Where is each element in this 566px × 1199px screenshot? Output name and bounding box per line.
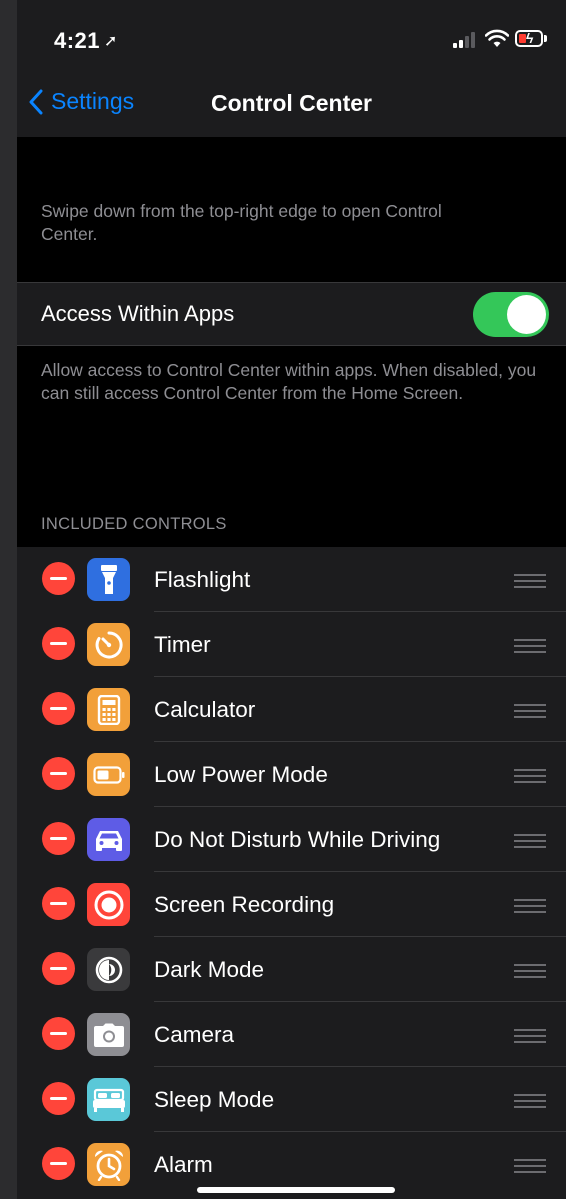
remove-button[interactable] [42,1082,75,1115]
list-item: Do Not Disturb While Driving [17,807,566,872]
control-label: Low Power Mode [154,762,328,787]
list-item: Low Power Mode [17,742,566,807]
section-header: INCLUDED CONTROLS [41,515,227,533]
control-label: Calculator [154,697,256,722]
location-arrow-icon: ➚ [104,33,118,50]
list-item: Sleep Mode [17,1067,566,1132]
battery-icon: ϟ [515,30,543,47]
navigation-bar: Settings Control Center [17,80,566,137]
remove-button[interactable] [42,757,75,790]
dark-mode-icon [87,948,130,991]
page-title: Control Center [211,90,372,116]
remove-button[interactable] [42,692,75,725]
reorder-handle[interactable] [514,834,546,848]
remove-button[interactable] [42,627,75,660]
reorder-handle[interactable] [514,769,546,783]
access-description: Allow access to Control Center within ap… [41,360,537,403]
access-within-apps-label: Access Within Apps [41,301,235,326]
remove-button[interactable] [42,1017,75,1050]
reorder-handle[interactable] [514,964,546,978]
reorder-handle[interactable] [514,899,546,913]
camera-icon [87,1013,130,1056]
intro-description: Swipe down from the top-right edge to op… [41,201,442,244]
record-icon [87,883,130,926]
list-item: Calculator [17,677,566,742]
list-item: Screen Recording [17,872,566,937]
battery-cap [544,35,547,42]
list-item: Timer [17,612,566,677]
wifi-icon [485,29,509,47]
alarm-icon [87,1143,130,1186]
control-label: Dark Mode [154,957,265,982]
included-controls-list: Flashlight Timer Calculator Low Power Mo… [17,547,566,1199]
status-bar: 4:21 ➚ ϟ [17,0,566,80]
access-within-apps-row: Access Within Apps [17,282,566,346]
home-indicator[interactable] [197,1187,395,1193]
calculator-icon [87,688,130,731]
list-item: Camera [17,1002,566,1067]
remove-button[interactable] [42,1147,75,1180]
status-time: 4:21 ➚ [54,28,118,53]
control-label: Alarm [154,1152,213,1177]
reorder-handle[interactable] [514,704,546,718]
car-icon [87,818,130,861]
flashlight-icon [87,558,130,601]
list-item: Dark Mode [17,937,566,1002]
bed-icon [87,1078,130,1121]
control-label: Do Not Disturb While Driving [154,827,441,852]
list-item: Flashlight [17,547,566,612]
toggle-knob [507,295,546,334]
reorder-handle[interactable] [514,1159,546,1173]
reorder-handle[interactable] [514,1029,546,1043]
timer-icon [87,623,130,666]
reorder-handle[interactable] [514,1094,546,1108]
remove-button[interactable] [42,562,75,595]
control-label: Camera [154,1022,235,1047]
remove-button[interactable] [42,952,75,985]
phone-screen: 4:21 ➚ ϟ Settings Control Center Swipe do… [17,0,566,1199]
reorder-handle[interactable] [514,574,546,588]
control-label: Screen Recording [154,892,335,917]
reorder-handle[interactable] [514,639,546,653]
access-within-apps-toggle[interactable] [473,292,549,337]
control-label: Sleep Mode [154,1087,275,1112]
cellular-signal-icon [453,30,479,48]
battery-icon [87,753,130,796]
control-label: Flashlight [154,567,251,592]
remove-button[interactable] [42,822,75,855]
remove-button[interactable] [42,887,75,920]
control-label: Timer [154,632,211,657]
